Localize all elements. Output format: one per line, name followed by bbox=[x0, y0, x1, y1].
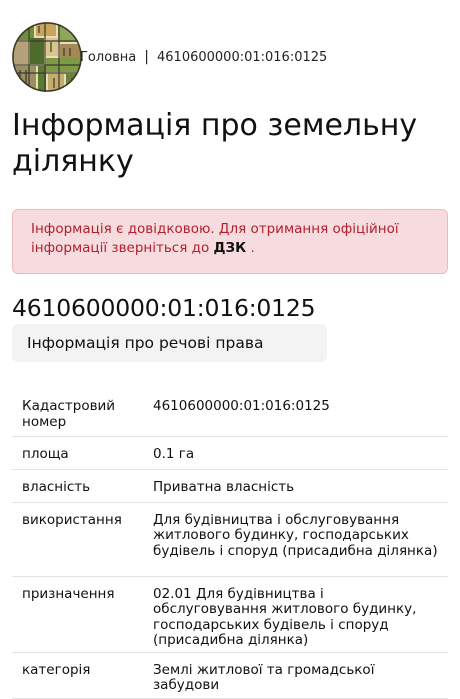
row-label: категорія bbox=[22, 661, 91, 678]
table-row: власність Приватна власність bbox=[12, 469, 448, 502]
info-notice: Інформація є довідковою. Для отримання о… bbox=[12, 209, 448, 274]
page-title: Інформація про земельну ділянку bbox=[12, 108, 418, 179]
row-value: 4610600000:01:016:0125 bbox=[153, 398, 330, 414]
row-label: використання bbox=[22, 511, 122, 528]
row-value: 0.1 га bbox=[153, 445, 195, 462]
breadcrumb-home-link[interactable]: Головна bbox=[80, 50, 136, 65]
tab-property-rights[interactable]: Інформація про речові права bbox=[12, 324, 327, 362]
table-row: категорія Землі житлової та громадської … bbox=[12, 652, 448, 698]
row-label: власність bbox=[22, 478, 91, 495]
notice-text-end: . bbox=[246, 240, 255, 256]
row-value: Приватна власність bbox=[153, 478, 295, 495]
header: Головна | 4610600000:01:016:0125 bbox=[12, 22, 327, 92]
table-row: площа 0.1 га bbox=[12, 436, 448, 469]
breadcrumb-separator: | bbox=[144, 49, 149, 65]
row-value: Землі житлової та громадської забудови bbox=[153, 661, 375, 693]
table-row: Кадастровий номер 4610600000:01:016:0125 bbox=[12, 388, 448, 436]
row-value: 02.01 Для будівництва і обслуговування ж… bbox=[153, 585, 417, 648]
breadcrumb-current: 4610600000:01:016:0125 bbox=[157, 49, 328, 65]
parcel-info-table: Кадастровий номер 4610600000:01:016:0125… bbox=[12, 388, 448, 699]
table-row: призначення 02.01 Для будівництва і обсл… bbox=[12, 576, 448, 652]
cadastral-number-heading: 4610600000:01:016:0125 bbox=[12, 294, 316, 322]
row-label: Кадастровий номер bbox=[22, 398, 116, 430]
city-map-logo-icon[interactable] bbox=[12, 22, 82, 92]
dzk-link[interactable]: ДЗК bbox=[214, 240, 247, 256]
row-value: Для будівництва і обслуговування житлово… bbox=[153, 511, 438, 559]
row-label: площа bbox=[22, 445, 69, 462]
row-label: призначення bbox=[22, 585, 115, 602]
table-row: використання Для будівництва і обслугову… bbox=[12, 502, 448, 576]
breadcrumb: Головна | 4610600000:01:016:0125 bbox=[80, 49, 327, 65]
